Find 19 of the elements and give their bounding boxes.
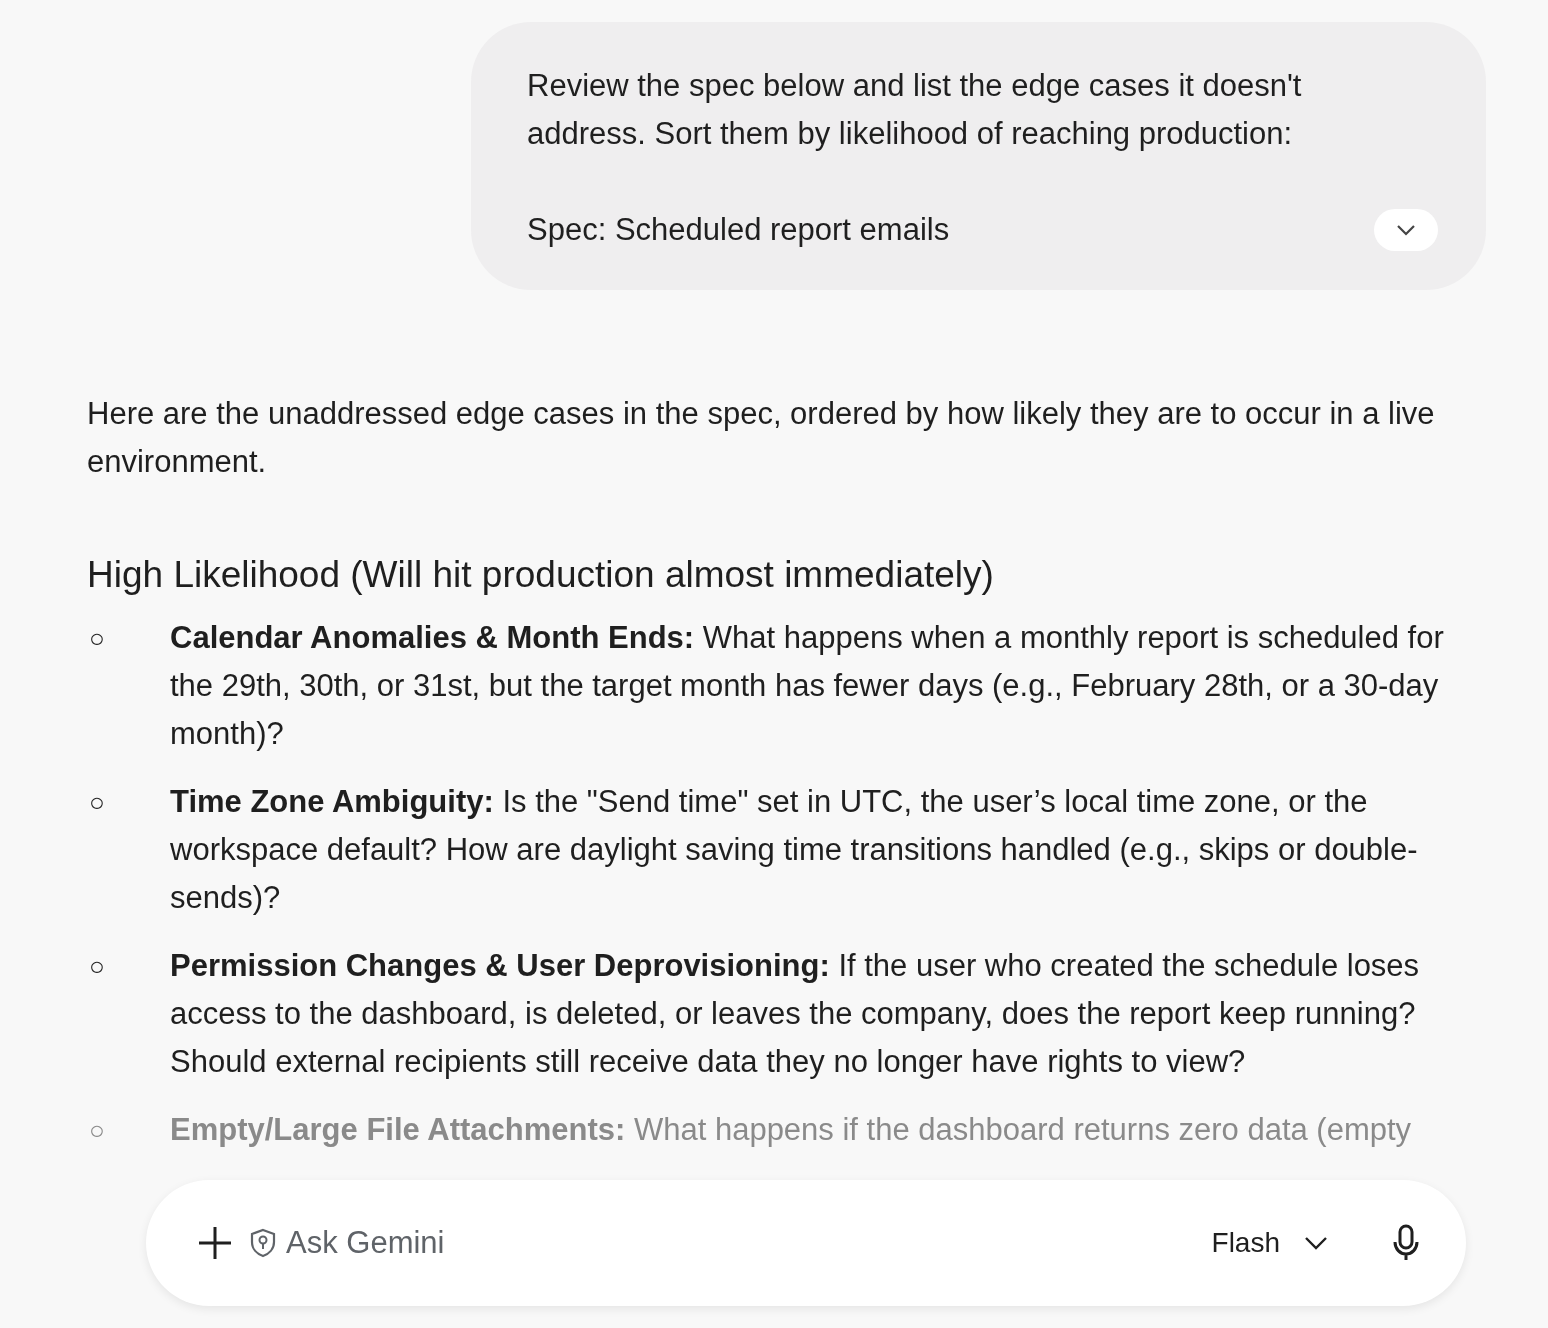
list-item-text: Calendar Anomalies & Month Ends: What happens when a monthly report is scheduled for the 29th, 30th, or 31st, but the target month has fewer days (e.g., February 28th, or a 30-day month)? <box>170 619 1445 753</box>
message-field[interactable]: Ask Gemini Flash <box>146 1180 1466 1306</box>
shield-icon <box>250 1228 276 1258</box>
message-text: Review the spec below and list the edge cases it doesn't address. Sort them by likelihood of reaching production: <box>527 67 1303 153</box>
response-text: Here are the unaddressed edge cases in the spec, ordered by how likely they are to occur in a live environment. <box>87 395 1436 481</box>
chevron-down-icon <box>1304 1236 1328 1250</box>
list-item-text: Permission Changes & User Deprovisioning: If the user who created the schedule loses access to the dashboard, is deleted, or leaves the company, does the report keep running? Should external recipients still receive data they no longer have rights to view? <box>170 947 1421 1081</box>
list-item-text: Time Zone Ambiguity: Is the "Send time" set in UTC, the user’s local time zone, or the workspace default? How are daylight saving time transitions handled (e.g., skips or double-sends)? <box>170 783 1419 917</box>
model-selector[interactable]: Flash <box>1211 1222 1328 1264</box>
bullet: ○ <box>88 1114 106 1147</box>
list-item-text: Empty/Large File Attachments: What happens if the dashboard returns zero data (empty <box>170 1111 1412 1149</box>
bullet: ○ <box>88 622 106 655</box>
message-input[interactable]: Ask Gemini <box>284 1218 1212 1268</box>
bullet: ○ <box>88 786 106 819</box>
message-text: Spec: Scheduled report emails <box>527 211 950 249</box>
chevron-down-icon <box>1396 224 1416 236</box>
bullet: ○ <box>88 950 106 983</box>
add-button[interactable] <box>196 1224 234 1262</box>
section-heading: High Likelihood (Will hit production almost immediately) <box>87 553 995 597</box>
